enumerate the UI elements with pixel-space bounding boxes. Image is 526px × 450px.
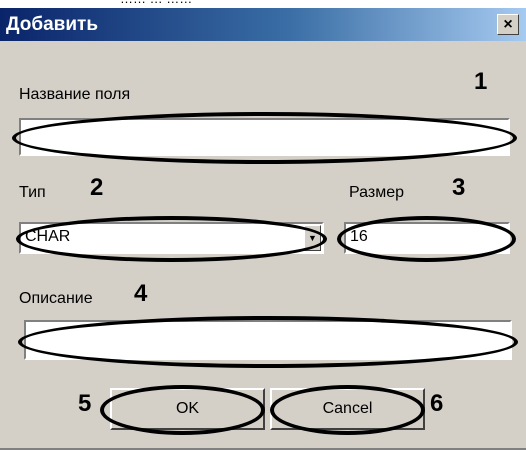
ok-button[interactable]: OK	[110, 388, 265, 430]
size-input[interactable]: 16	[344, 222, 510, 254]
close-button[interactable]: ×	[497, 14, 519, 35]
size-value: 16	[350, 228, 368, 245]
type-selected-value: CHAR	[25, 228, 71, 245]
cancel-button[interactable]: Cancel	[270, 388, 425, 430]
description-label: Описание	[19, 290, 93, 307]
marker-5: 5	[78, 390, 92, 417]
cropped-caption-text: …… … ……	[0, 0, 526, 8]
marker-2: 2	[90, 174, 104, 201]
marker-1: 1	[474, 68, 488, 95]
marker-6: 6	[430, 390, 444, 417]
field-name-input[interactable]	[19, 118, 510, 156]
field-name-label: Название поля	[19, 86, 131, 103]
dialog-titlebar[interactable]: Добавить ×	[0, 8, 526, 41]
size-label: Размер	[349, 184, 404, 201]
description-input[interactable]	[24, 320, 512, 360]
type-select[interactable]: CHAR ▼	[19, 222, 324, 254]
cancel-button-label: Cancel	[322, 400, 373, 417]
marker-4: 4	[134, 280, 148, 307]
type-dropdown-button[interactable]: ▼	[304, 225, 321, 251]
type-label: Тип	[19, 184, 46, 201]
chevron-down-icon: ▼	[308, 233, 317, 243]
marker-3: 3	[452, 174, 466, 201]
add-field-dialog: Добавить × Название поля 1 Тип 2 Размер …	[0, 8, 526, 450]
caption-fragment: …… … ……	[120, 0, 192, 6]
ok-button-label: OK	[175, 400, 200, 417]
dialog-title: Добавить	[6, 14, 99, 35]
close-icon: ×	[503, 15, 513, 33]
